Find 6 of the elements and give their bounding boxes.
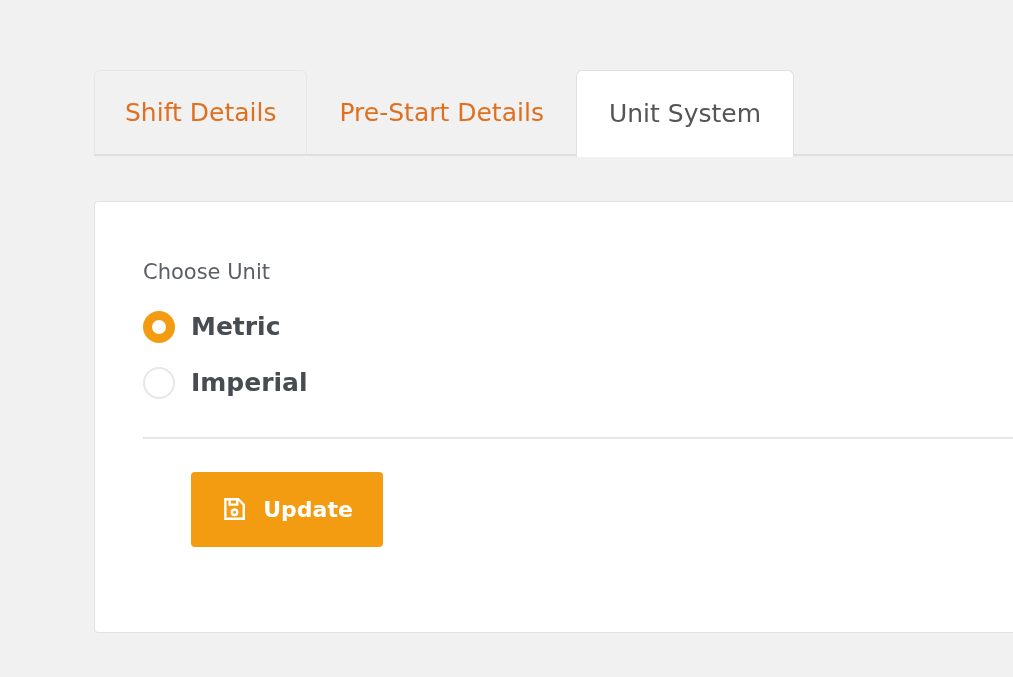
option-label[interactable]: Metric — [191, 307, 281, 346]
radio-button[interactable] — [143, 310, 175, 343]
save-icon — [221, 496, 248, 522]
tab[interactable]: Unit System — [575, 70, 794, 157]
field-label: Choose Unit — [143, 259, 271, 286]
option-label[interactable]: Imperial — [191, 363, 308, 402]
